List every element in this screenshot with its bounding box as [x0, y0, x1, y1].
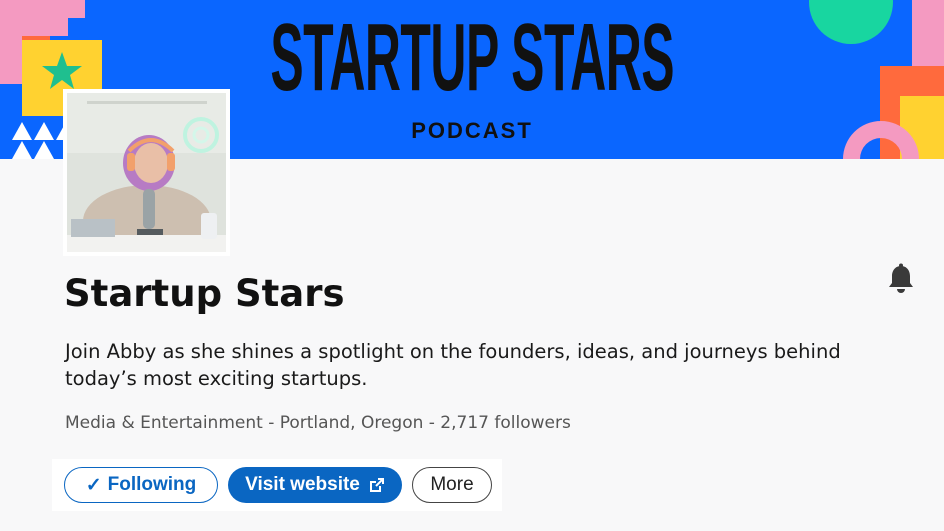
action-bar: ✓ Following Visit website More	[52, 459, 502, 511]
company-name: Startup Stars	[64, 272, 345, 315]
company-tagline: Join Abby as she shines a spotlight on t…	[65, 340, 841, 390]
notification-bell-button[interactable]	[884, 262, 918, 296]
more-button[interactable]: More	[412, 467, 492, 503]
visit-website-button[interactable]: Visit website	[228, 467, 402, 503]
company-meta: Media & Entertainment - Portland, Oregon…	[65, 413, 571, 433]
company-logo	[63, 89, 230, 256]
check-icon: ✓	[85, 474, 102, 496]
following-button[interactable]: ✓ Following	[64, 467, 218, 503]
podcast-host-photo	[67, 93, 226, 252]
visit-website-label: Visit website	[245, 474, 360, 495]
bell-icon	[889, 263, 913, 293]
company-page: STARTUP STARS PODCAST Startup Stars Join…	[0, 0, 944, 531]
external-link-icon	[369, 477, 385, 493]
following-label: Following	[107, 474, 197, 495]
